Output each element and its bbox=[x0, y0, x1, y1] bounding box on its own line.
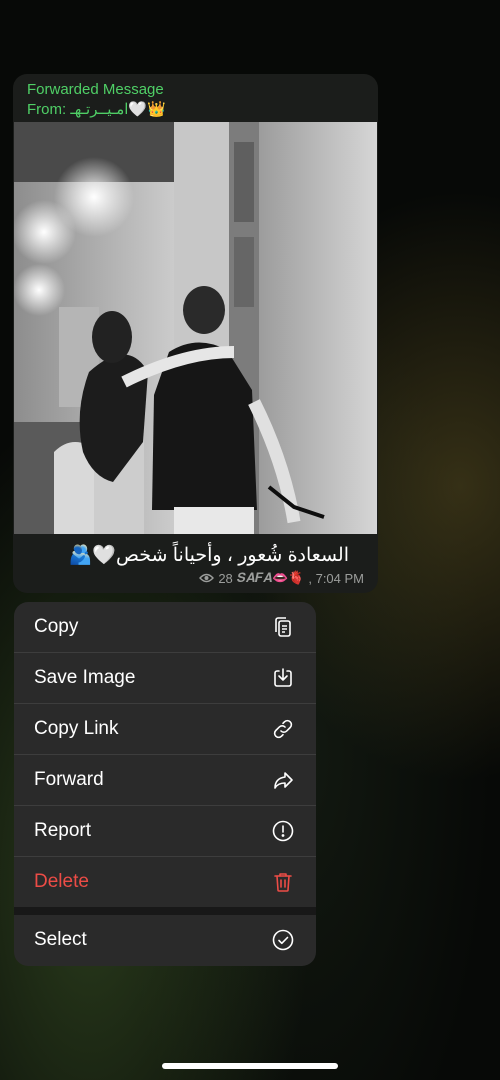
menu-item-label: Select bbox=[34, 929, 87, 950]
from-emojis: 🤍👑 bbox=[128, 101, 166, 118]
home-indicator[interactable] bbox=[162, 1063, 338, 1069]
trash-icon bbox=[270, 869, 296, 895]
context-menu: Copy Save Image Copy Link Forward Report… bbox=[14, 602, 316, 966]
menu-item-copy-link[interactable]: Copy Link bbox=[14, 704, 316, 754]
message-caption: السعادة شُعور ، وأحياناً شخص🤍🫂 bbox=[68, 545, 349, 566]
menu-item-label: Save Image bbox=[34, 667, 136, 688]
from-label: From: bbox=[27, 101, 67, 118]
forwarded-from-row[interactable]: From: امـيـ‍ـرتـهـ🤍👑 bbox=[27, 100, 166, 120]
forwarded-label: Forwarded Message bbox=[27, 81, 164, 98]
views-count: 28 bbox=[218, 570, 233, 586]
forward-header: Forwarded Message From: امـيـ‍ـرتـهـ🤍👑 bbox=[27, 80, 166, 120]
menu-item-select[interactable]: Select bbox=[14, 915, 316, 965]
menu-item-copy[interactable]: Copy bbox=[14, 602, 316, 652]
message-bubble[interactable]: Forwarded Message From: امـيـ‍ـرتـهـ🤍👑 bbox=[13, 74, 378, 593]
message-meta: 28 𝑺𝑨𝑭𝑨👄🫀 , 7:04 PM bbox=[199, 570, 364, 586]
menu-item-label: Report bbox=[34, 820, 92, 841]
select-check-icon bbox=[270, 927, 296, 953]
post-signature: 𝑺𝑨𝑭𝑨👄🫀 bbox=[236, 570, 305, 585]
views-icon bbox=[199, 571, 215, 586]
message-time: , 7:04 PM bbox=[308, 570, 364, 586]
copy-icon bbox=[270, 614, 296, 640]
forward-icon bbox=[270, 767, 296, 793]
message-photo[interactable] bbox=[14, 122, 377, 534]
report-icon bbox=[270, 818, 296, 844]
menu-item-report[interactable]: Report bbox=[14, 806, 316, 856]
link-icon bbox=[270, 716, 296, 742]
menu-item-delete[interactable]: Delete bbox=[14, 857, 316, 907]
menu-section-gap bbox=[14, 907, 316, 915]
menu-item-forward[interactable]: Forward bbox=[14, 755, 316, 805]
menu-item-save-image[interactable]: Save Image bbox=[14, 653, 316, 703]
menu-item-label: Copy Link bbox=[34, 718, 119, 739]
save-image-icon bbox=[270, 665, 296, 691]
menu-item-label: Copy bbox=[34, 616, 79, 637]
menu-item-label: Forward bbox=[34, 769, 104, 790]
menu-item-label: Delete bbox=[34, 871, 89, 892]
from-name[interactable]: امـيـ‍ـرتـهـ bbox=[70, 101, 128, 118]
